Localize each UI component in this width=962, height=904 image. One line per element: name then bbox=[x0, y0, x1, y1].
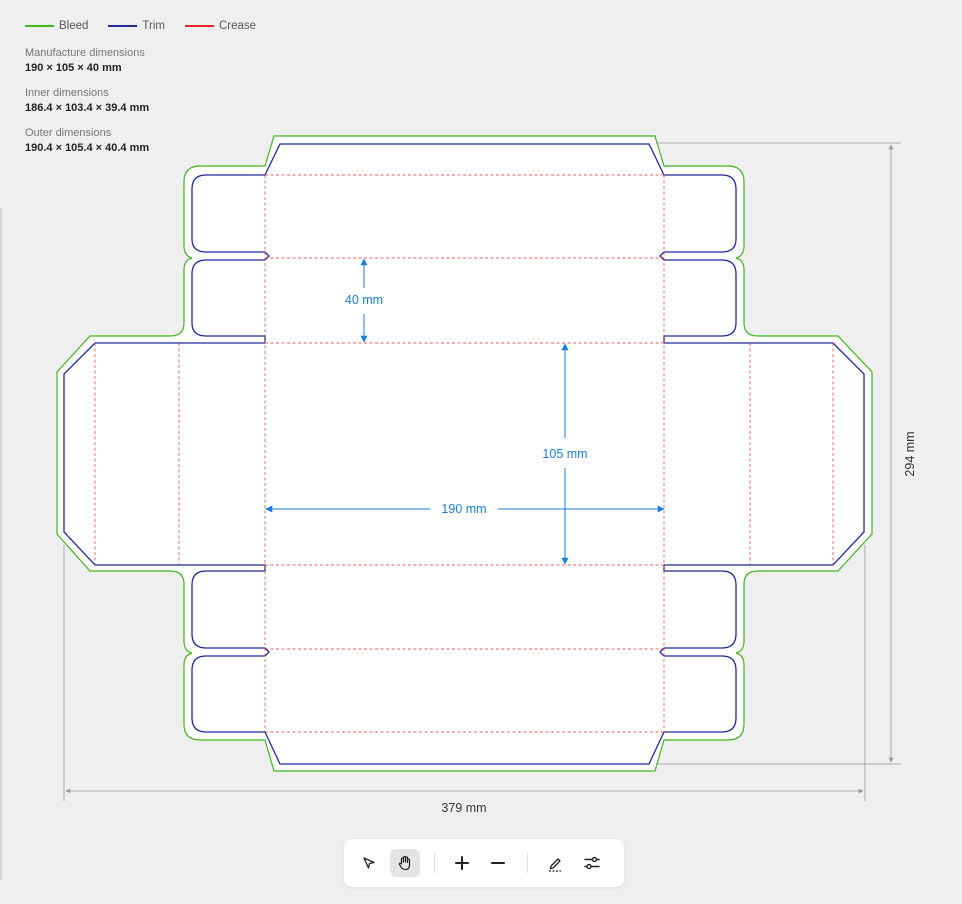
edit-tool-button[interactable] bbox=[540, 849, 570, 877]
width-label: 105 mm bbox=[542, 447, 587, 461]
toolbar-divider bbox=[434, 853, 435, 873]
length-label: 190 mm bbox=[441, 502, 486, 516]
toolbar-divider bbox=[527, 853, 528, 873]
pen-edit-icon bbox=[549, 858, 561, 872]
dieline-canvas[interactable]: 40 mm 105 mm 190 mm 294 mm 379 mm bbox=[0, 0, 962, 904]
zoom-out-icon bbox=[491, 862, 505, 864]
zoom-in-button[interactable] bbox=[447, 849, 477, 877]
zoom-out-button[interactable] bbox=[483, 849, 513, 877]
depth-label: 40 mm bbox=[345, 293, 383, 307]
total-width-label: 379 mm bbox=[441, 801, 486, 815]
hand-pan-icon bbox=[398, 855, 411, 871]
settings-sliders-icon bbox=[584, 856, 600, 870]
total-height-label: 294 mm bbox=[903, 431, 917, 476]
pan-tool-button[interactable] bbox=[390, 849, 420, 877]
bottom-toolbar bbox=[344, 839, 624, 887]
select-tool-button[interactable] bbox=[354, 849, 384, 877]
select-arrow-icon bbox=[363, 857, 375, 869]
settings-button[interactable] bbox=[577, 849, 607, 877]
zoom-in-icon bbox=[455, 856, 469, 870]
